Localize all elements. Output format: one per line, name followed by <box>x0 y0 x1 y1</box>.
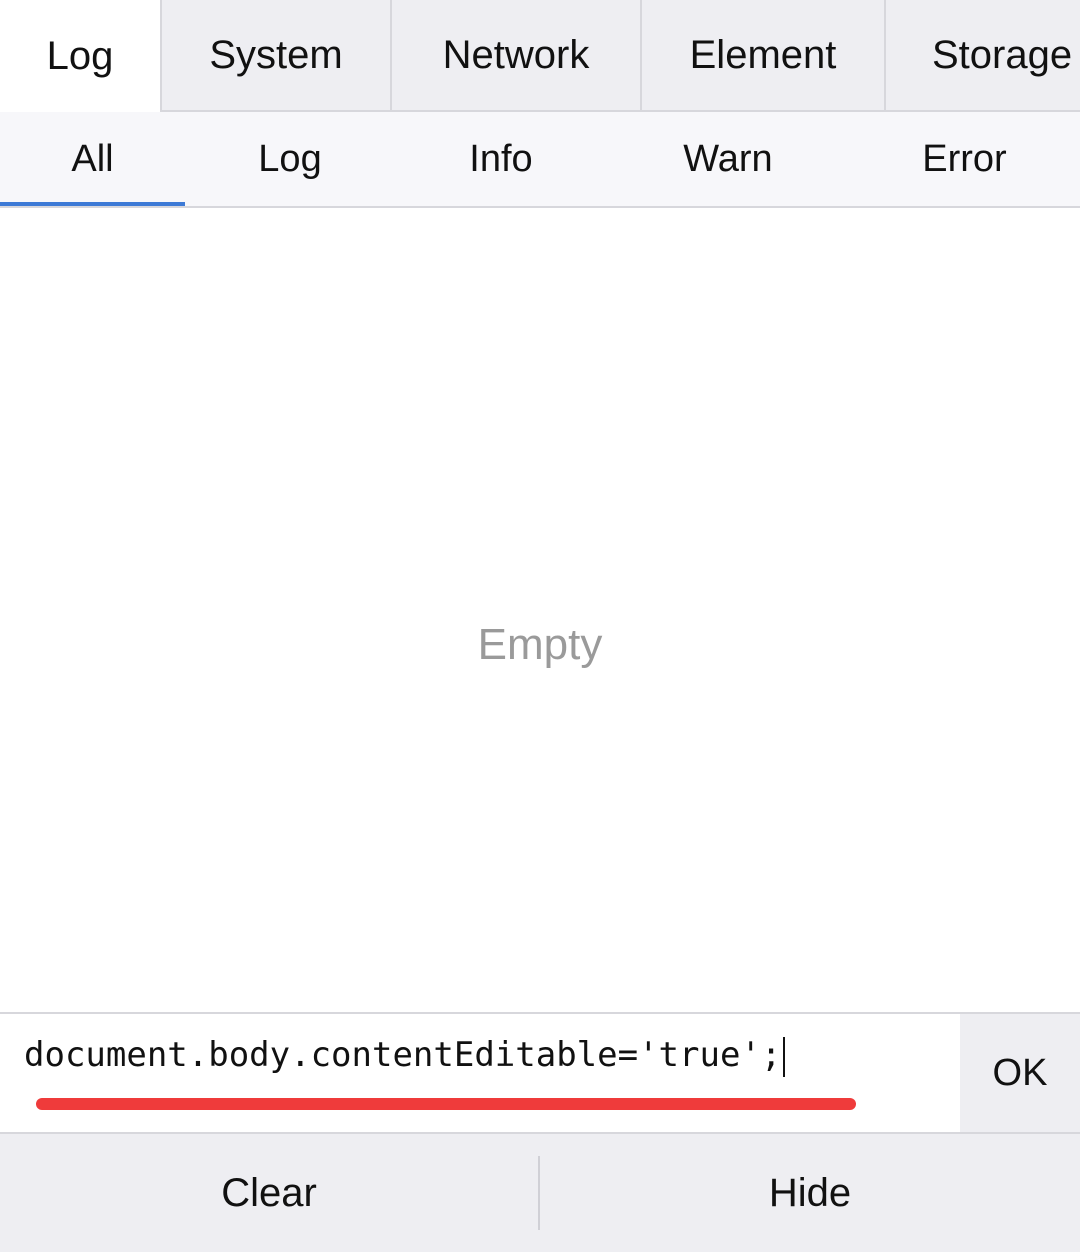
tab-log[interactable]: Log <box>0 0 162 112</box>
ok-button[interactable]: OK <box>960 1014 1080 1132</box>
devtools-panel: Log System Network Element Storage All L… <box>0 0 1080 1252</box>
clear-button[interactable]: Clear <box>0 1134 538 1252</box>
filter-info[interactable]: Info <box>395 112 607 206</box>
log-filter-bar: All Log Info Warn Error <box>0 112 1080 208</box>
top-tab-bar: Log System Network Element Storage <box>0 0 1080 112</box>
tab-storage[interactable]: Storage <box>886 0 1080 110</box>
log-list[interactable]: Empty <box>0 208 1080 1012</box>
command-input[interactable]: document.body.contentEditable='true'; <box>24 1030 954 1080</box>
filter-all[interactable]: All <box>0 112 185 206</box>
tab-element[interactable]: Element <box>642 0 886 110</box>
tab-network[interactable]: Network <box>392 0 642 110</box>
filter-warn[interactable]: Warn <box>607 112 849 206</box>
bottom-toolbar: Clear Hide <box>0 1134 1080 1252</box>
filter-log[interactable]: Log <box>185 112 395 206</box>
command-input-value: document.body.contentEditable='true'; <box>24 1035 782 1075</box>
active-filter-indicator <box>0 202 185 206</box>
filter-error[interactable]: Error <box>849 112 1080 206</box>
hide-button[interactable]: Hide <box>540 1134 1080 1252</box>
tab-system[interactable]: System <box>162 0 392 110</box>
command-row: document.body.contentEditable='true'; OK <box>0 1012 1080 1134</box>
empty-state-text: Empty <box>477 620 603 669</box>
text-caret <box>783 1036 786 1077</box>
annotation-underline <box>36 1098 856 1110</box>
